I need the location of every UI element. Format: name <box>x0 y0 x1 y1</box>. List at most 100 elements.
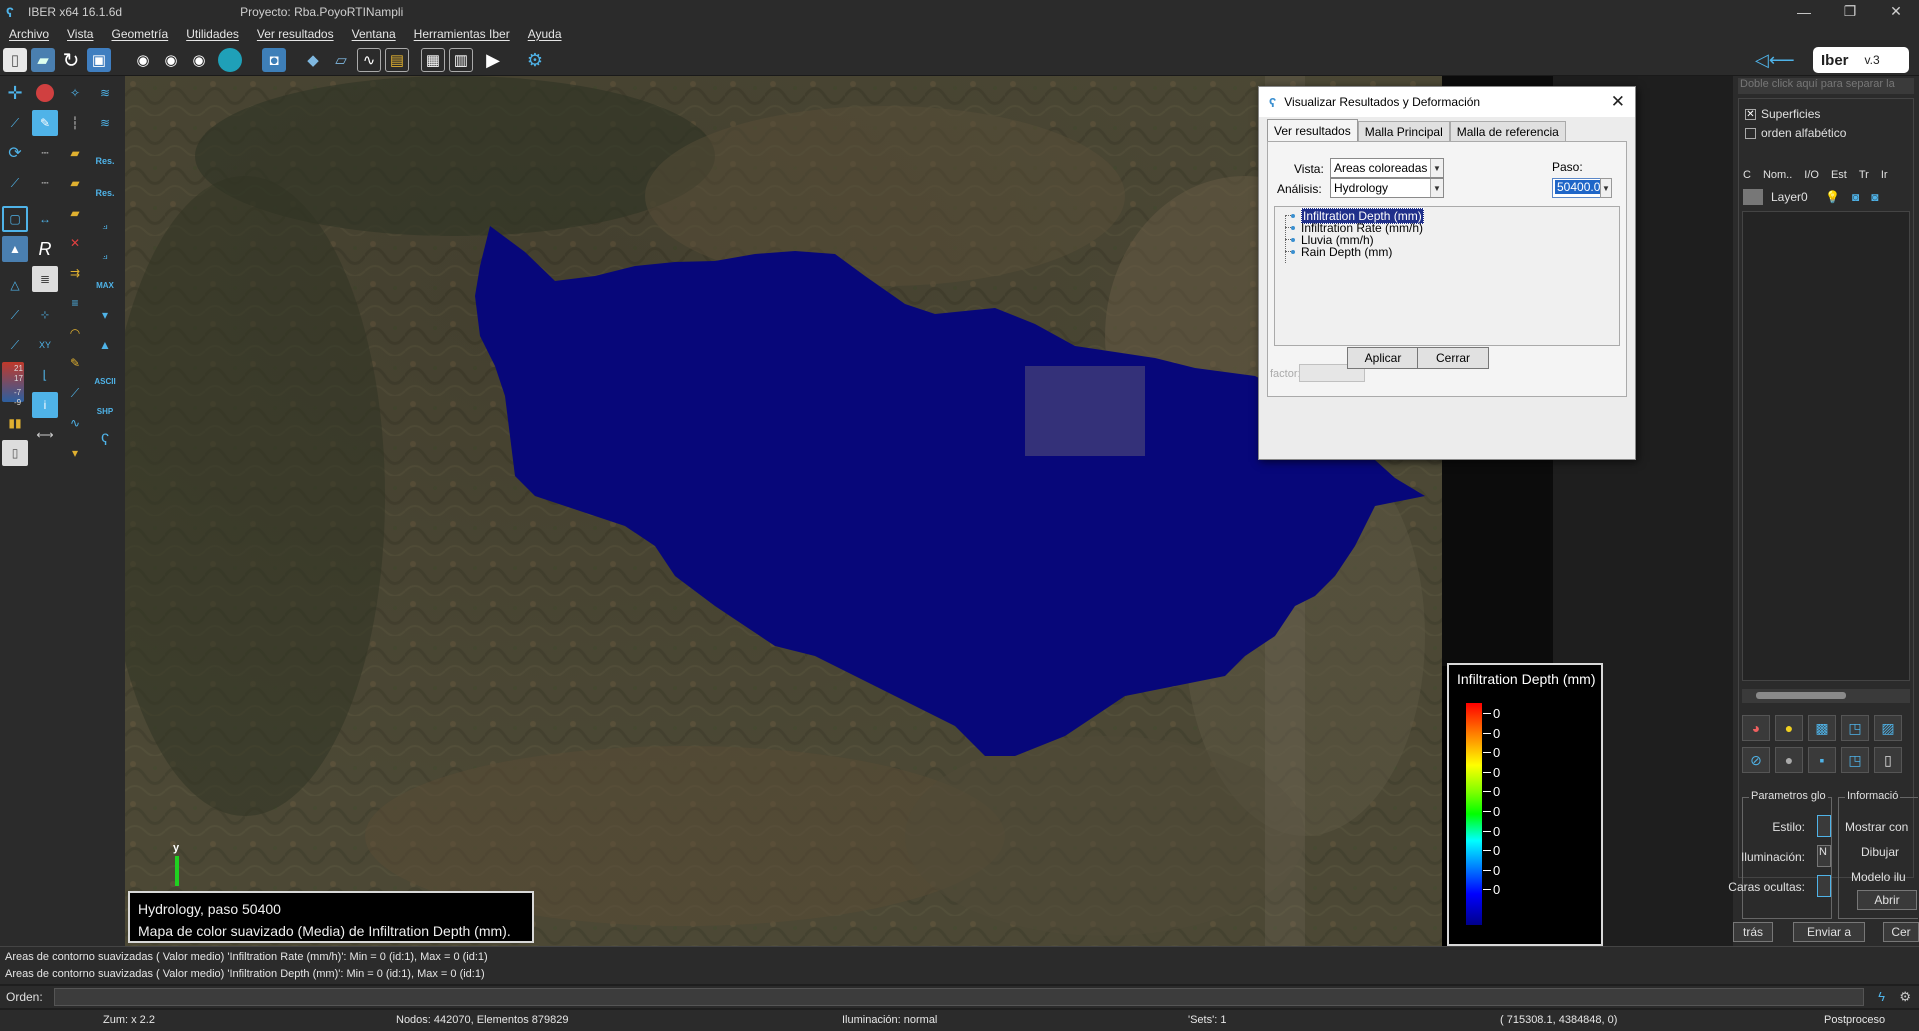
bulb-off-icon[interactable]: ● <box>1775 747 1803 773</box>
col-name[interactable]: Nom.. <box>1763 169 1804 185</box>
color-bar-icon[interactable]: ▰ <box>62 140 88 166</box>
settings-gear-icon[interactable]: ⚙ <box>523 48 547 72</box>
surfaces-toggle[interactable]: ✕ Superficies <box>1745 107 1820 121</box>
bars-chart-icon[interactable]: ▮▮ <box>2 410 28 436</box>
layer-style-icon[interactable]: ◙ <box>1852 190 1859 204</box>
minimize-button[interactable]: — <box>1781 0 1827 23</box>
shp-icon[interactable]: SHP <box>92 398 118 424</box>
arrows-right-icon[interactable]: ⇉ <box>62 260 88 286</box>
res-2-icon[interactable]: Res. <box>92 180 118 206</box>
close-button[interactable]: ✕ <box>1873 0 1919 23</box>
save-icon[interactable]: ▣ <box>87 48 111 72</box>
alpha-order-toggle[interactable]: orden alfabético <box>1745 126 1846 140</box>
layers-icon[interactable]: ◆ <box>301 48 325 72</box>
info-icon[interactable]: i <box>32 392 58 418</box>
wave-icon[interactable]: ∿ <box>62 410 88 436</box>
menu-ayuda[interactable]: Ayuda <box>519 27 571 41</box>
view-eye-2-icon[interactable]: ◉ <box>159 48 183 72</box>
paso-dropdown-icon[interactable]: ▼ <box>1600 178 1612 198</box>
stairs-2-icon[interactable]: ⟓ <box>92 242 118 268</box>
layer-transparency-icon[interactable]: ◙ <box>1871 190 1878 204</box>
copy-layer-icon[interactable]: ◳ <box>1841 715 1869 741</box>
page-icon[interactable]: ▯ <box>1874 747 1902 773</box>
cerrar-button[interactable]: Cerrar <box>1417 347 1489 369</box>
color-bar-3-icon[interactable]: ▰ <box>62 200 88 226</box>
lines-icon[interactable]: ⟋ <box>62 380 88 406</box>
cross-grid-icon[interactable]: ✕ <box>62 230 88 256</box>
detach-hint[interactable]: Doble click aquí para separar la <box>1738 78 1914 94</box>
layers-hscrollbar[interactable] <box>1742 689 1910 703</box>
create-line-icon[interactable]: ⟋ <box>2 110 28 136</box>
dialog-title-bar[interactable]: ʕ Visualizar Resultados y Deformación ✕ <box>1259 87 1635 117</box>
estilo-control[interactable] <box>1817 815 1831 837</box>
alpha-order-checkbox[interactable] <box>1745 128 1756 140</box>
layers-list-area[interactable] <box>1742 211 1910 681</box>
arc-icon[interactable]: ⟳ <box>2 140 28 166</box>
edit-icon[interactable]: ✎ <box>32 110 58 136</box>
col-tr[interactable]: Tr <box>1859 169 1881 185</box>
iluminacion-control[interactable]: N <box>1817 845 1831 867</box>
ascii-icon[interactable]: ASCII <box>92 368 118 394</box>
dashed-line-icon[interactable]: ┄ <box>32 140 58 166</box>
surface-icon[interactable]: ▢ <box>2 206 28 232</box>
tools-icon[interactable]: ✧ <box>62 80 88 106</box>
stairs-icon[interactable]: ⟓ <box>92 212 118 238</box>
maximize-button[interactable]: ❐ <box>1827 0 1873 23</box>
layer-row[interactable]: Layer0 💡 ◙ ◙ <box>1743 187 1911 207</box>
pencil-icon[interactable]: ✎ <box>62 350 88 376</box>
triangle-icon[interactable]: △ <box>2 272 28 298</box>
atras-button[interactable]: trás <box>1733 922 1773 942</box>
graph-icon[interactable]: ∿ <box>357 48 381 72</box>
funnel-icon[interactable]: ▾ <box>62 440 88 466</box>
col-color[interactable]: C <box>1743 169 1763 185</box>
corner-icon[interactable]: ⌊ <box>32 362 58 388</box>
result-rain-depth[interactable]: Rain Depth (mm) <box>1291 245 1392 259</box>
caras-ocultas-control[interactable] <box>1817 875 1831 897</box>
grid-icon[interactable]: ▦ <box>421 48 445 72</box>
hscroll-thumb[interactable] <box>1756 692 1846 699</box>
color-bar-2-icon[interactable]: ▰ <box>62 170 88 196</box>
document-icon[interactable]: ▯ <box>2 440 28 466</box>
layer-color-swatch[interactable] <box>1743 189 1763 205</box>
refresh-icon[interactable]: ↻ <box>59 48 83 72</box>
polyline-icon[interactable]: ⟋ <box>2 170 28 196</box>
cerrar-panel-button[interactable]: Cer <box>1883 922 1919 942</box>
iber-tool-icon[interactable]: ʕ <box>92 428 118 454</box>
no-color-icon[interactable]: ⊘ <box>1742 747 1770 773</box>
stripes-icon[interactable]: ≡ <box>62 290 88 316</box>
stack-icon[interactable]: ≋ <box>92 80 118 106</box>
profile-icon[interactable]: ⟋ <box>2 302 28 328</box>
hatch-icon[interactable]: ▨ <box>1874 715 1902 741</box>
node-icon[interactable]: ⊹ <box>32 302 58 328</box>
tab-malla-principal[interactable]: Malla Principal <box>1357 121 1450 141</box>
surfaces-checkbox[interactable]: ✕ <box>1745 109 1756 121</box>
arrows-icon[interactable]: ↔ <box>32 206 58 232</box>
play-icon[interactable]: ▶ <box>481 48 505 72</box>
layer-on-bulb-icon[interactable]: 💡 <box>1825 190 1840 204</box>
render-sphere-icon[interactable] <box>218 48 242 72</box>
enviar-a-button[interactable]: Enviar a <box>1793 922 1865 942</box>
menu-utilidades[interactable]: Utilidades <box>177 27 248 41</box>
lightning-icon[interactable]: ϟ <box>1878 989 1885 1004</box>
chevron-down-icon[interactable]: ▼ <box>1430 179 1443 197</box>
chevron-down-icon[interactable]: ▼ <box>1430 159 1443 177</box>
col-est[interactable]: Est <box>1831 169 1859 185</box>
menu-herramientas-iber[interactable]: Herramientas Iber <box>405 27 519 41</box>
basin-icon[interactable]: ▾ <box>92 302 118 328</box>
col-ir[interactable]: Ir <box>1881 169 1900 185</box>
max-icon[interactable]: MAX <box>92 272 118 298</box>
vista-select[interactable]: Areas coloreadas suave ▼ <box>1330 158 1444 178</box>
menu-vista[interactable]: Vista <box>58 27 102 41</box>
grid-pattern-icon[interactable]: ▩ <box>1808 715 1836 741</box>
xy-icon[interactable]: XY <box>32 332 58 358</box>
stack-2-icon[interactable]: ≋ <box>92 110 118 136</box>
dialog-close-icon[interactable]: ✕ <box>1611 92 1625 112</box>
new-file-icon[interactable]: ▯ <box>3 48 27 72</box>
raster-icon[interactable]: ▲ <box>2 236 28 262</box>
view-eye-icon[interactable]: ◉ <box>131 48 155 72</box>
menu-geometria[interactable]: Geometría <box>102 27 177 41</box>
view-eye-3-icon[interactable]: ◉ <box>187 48 211 72</box>
aplicar-button[interactable]: Aplicar <box>1347 347 1419 369</box>
record-icon[interactable] <box>36 84 54 102</box>
results-tree[interactable]: Infiltration Depth (mm) Infiltration Rat… <box>1274 206 1620 346</box>
